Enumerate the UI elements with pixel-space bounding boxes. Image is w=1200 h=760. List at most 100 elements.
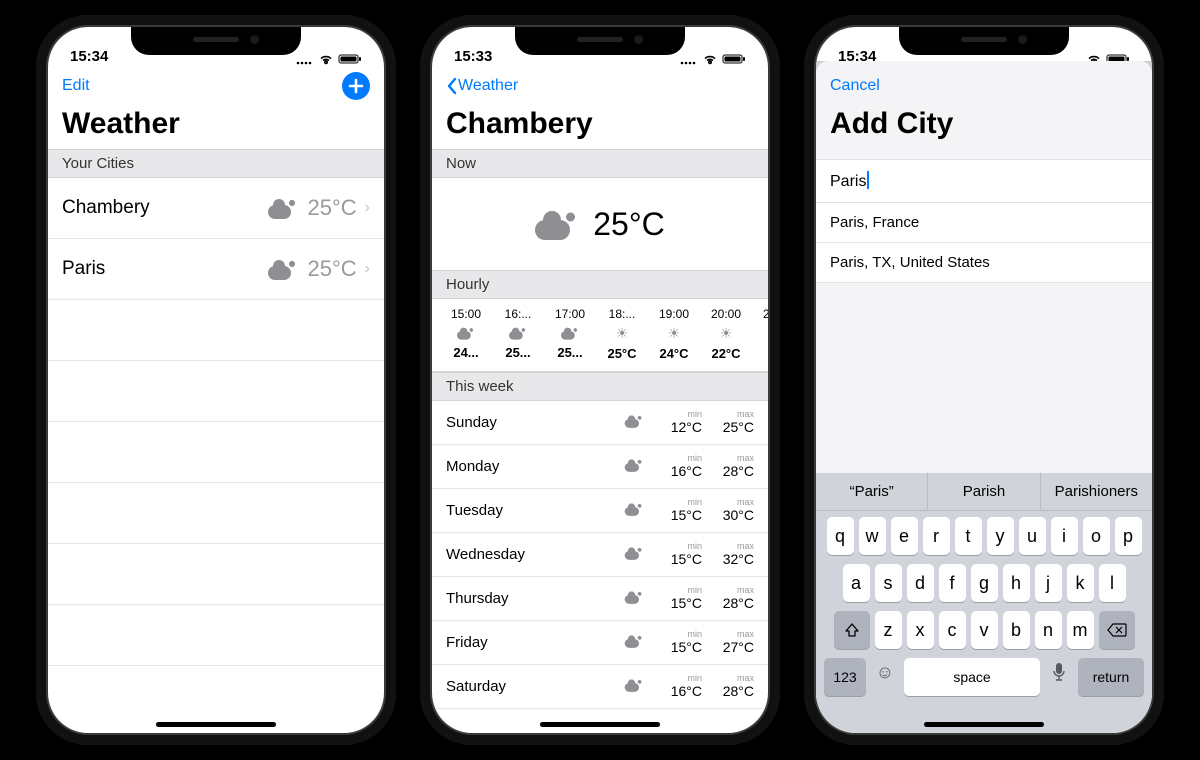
weather-icon	[618, 630, 650, 656]
week-row: Sundaymin12°Cmax25°C	[432, 401, 768, 445]
phone-cities-list: 15:34 Edit Weather Your Cities Chambery …	[36, 15, 396, 745]
search-result[interactable]: Paris, TX, United States	[816, 243, 1152, 283]
signal-icon	[680, 53, 698, 65]
signal-icon	[296, 53, 314, 65]
week-row: Saturdaymin16°Cmax28°C	[432, 665, 768, 709]
cloud-sun-icon	[561, 326, 579, 339]
week-day: Saturday	[446, 678, 618, 695]
phone-city-detail: 15:33 Weather Chambery Now 25°C Hourly 1…	[420, 15, 780, 745]
empty-row	[48, 361, 384, 422]
key-numbers[interactable]: 123	[824, 658, 866, 696]
chevron-right-icon: ›	[365, 260, 370, 278]
phone-add-city: 15:34 Cancel Add City Paris Paris, Franc…	[804, 15, 1164, 745]
now-panel: 25°C	[432, 178, 768, 270]
key-shift[interactable]	[834, 611, 870, 649]
keyboard[interactable]: “Paris” Parish Parishioners qwertyuiop a…	[816, 473, 1152, 733]
city-row[interactable]: Chambery 25°C ›	[48, 178, 384, 239]
key-q[interactable]: q	[827, 517, 854, 555]
back-label: Weather	[458, 77, 518, 95]
cancel-button[interactable]: Cancel	[830, 77, 880, 95]
shift-icon	[844, 622, 860, 638]
suggestion[interactable]: “Paris”	[816, 473, 928, 510]
hour-cell: 19:00☀24°C	[650, 307, 698, 361]
city-name: Paris	[62, 258, 268, 280]
page-title: Weather	[62, 107, 370, 141]
cloud-sun-icon	[535, 208, 579, 240]
key-t[interactable]: t	[955, 517, 982, 555]
key-z[interactable]: z	[875, 611, 902, 649]
key-p[interactable]: p	[1115, 517, 1142, 555]
empty-row	[48, 300, 384, 361]
city-row[interactable]: Paris 25°C ›	[48, 239, 384, 300]
key-d[interactable]: d	[907, 564, 934, 602]
week-day: Friday	[446, 634, 618, 651]
key-f[interactable]: f	[939, 564, 966, 602]
hour-cell: 18:...☀25°C	[598, 307, 646, 361]
week-day: Sunday	[446, 414, 618, 431]
key-s[interactable]: s	[875, 564, 902, 602]
hourly-scroll[interactable]: 15:0024... 16:...25... 17:0025... 18:...…	[432, 299, 768, 372]
home-indicator[interactable]	[924, 722, 1044, 727]
mic-icon[interactable]	[1045, 658, 1073, 686]
week-day: Wednesday	[446, 546, 618, 563]
week-row: Mondaymin16°Cmax28°C	[432, 445, 768, 489]
notch	[131, 27, 301, 55]
key-n[interactable]: n	[1035, 611, 1062, 649]
key-x[interactable]: x	[907, 611, 934, 649]
cloud-sun-icon	[457, 326, 475, 339]
key-k[interactable]: k	[1067, 564, 1094, 602]
battery-icon	[722, 53, 746, 65]
section-header-hourly: Hourly	[432, 270, 768, 299]
key-y[interactable]: y	[987, 517, 1014, 555]
status-time: 15:34	[70, 48, 108, 65]
key-backspace[interactable]	[1099, 611, 1135, 649]
hour-cell: 17:0025...	[546, 307, 594, 361]
key-l[interactable]: l	[1099, 564, 1126, 602]
suggestion[interactable]: Parishioners	[1041, 473, 1152, 510]
key-a[interactable]: a	[843, 564, 870, 602]
search-value: Paris	[830, 173, 869, 190]
week-row: Wednesdaymin15°Cmax32°C	[432, 533, 768, 577]
key-o[interactable]: o	[1083, 517, 1110, 555]
key-g[interactable]: g	[971, 564, 998, 602]
home-indicator[interactable]	[156, 722, 276, 727]
key-b[interactable]: b	[1003, 611, 1030, 649]
key-e[interactable]: e	[891, 517, 918, 555]
search-result[interactable]: Paris, France	[816, 203, 1152, 243]
chevron-right-icon: ›	[365, 199, 370, 217]
wifi-icon	[702, 53, 718, 65]
weather-icon	[618, 586, 650, 612]
key-return[interactable]: return	[1078, 658, 1144, 696]
add-city-button[interactable]	[342, 72, 370, 100]
key-v[interactable]: v	[971, 611, 998, 649]
empty-row	[48, 422, 384, 483]
weather-icon	[618, 410, 650, 436]
suggestion[interactable]: Parish	[928, 473, 1040, 510]
emoji-icon[interactable]: ☺	[871, 658, 899, 686]
section-header-now: Now	[432, 149, 768, 178]
plus-icon	[348, 78, 364, 94]
week-row: Thursdaymin15°Cmax28°C	[432, 577, 768, 621]
key-w[interactable]: w	[859, 517, 886, 555]
week-day: Thursday	[446, 590, 618, 607]
empty-row	[48, 605, 384, 666]
key-u[interactable]: u	[1019, 517, 1046, 555]
home-indicator[interactable]	[540, 722, 660, 727]
current-temp: 25°C	[593, 206, 665, 243]
key-h[interactable]: h	[1003, 564, 1030, 602]
key-c[interactable]: c	[939, 611, 966, 649]
hour-cell: 21:00☀20°	[754, 307, 768, 361]
back-button[interactable]: Weather	[446, 77, 518, 95]
edit-button[interactable]: Edit	[62, 77, 90, 95]
key-m[interactable]: m	[1067, 611, 1094, 649]
weather-icon	[618, 674, 650, 700]
key-space[interactable]: space	[904, 658, 1040, 696]
search-input[interactable]: Paris	[816, 159, 1152, 203]
key-i[interactable]: i	[1051, 517, 1078, 555]
battery-icon	[338, 53, 362, 65]
key-r[interactable]: r	[923, 517, 950, 555]
key-j[interactable]: j	[1035, 564, 1062, 602]
weather-icon	[618, 454, 650, 480]
page-title: Add City	[830, 107, 1138, 141]
backspace-icon	[1107, 623, 1127, 637]
